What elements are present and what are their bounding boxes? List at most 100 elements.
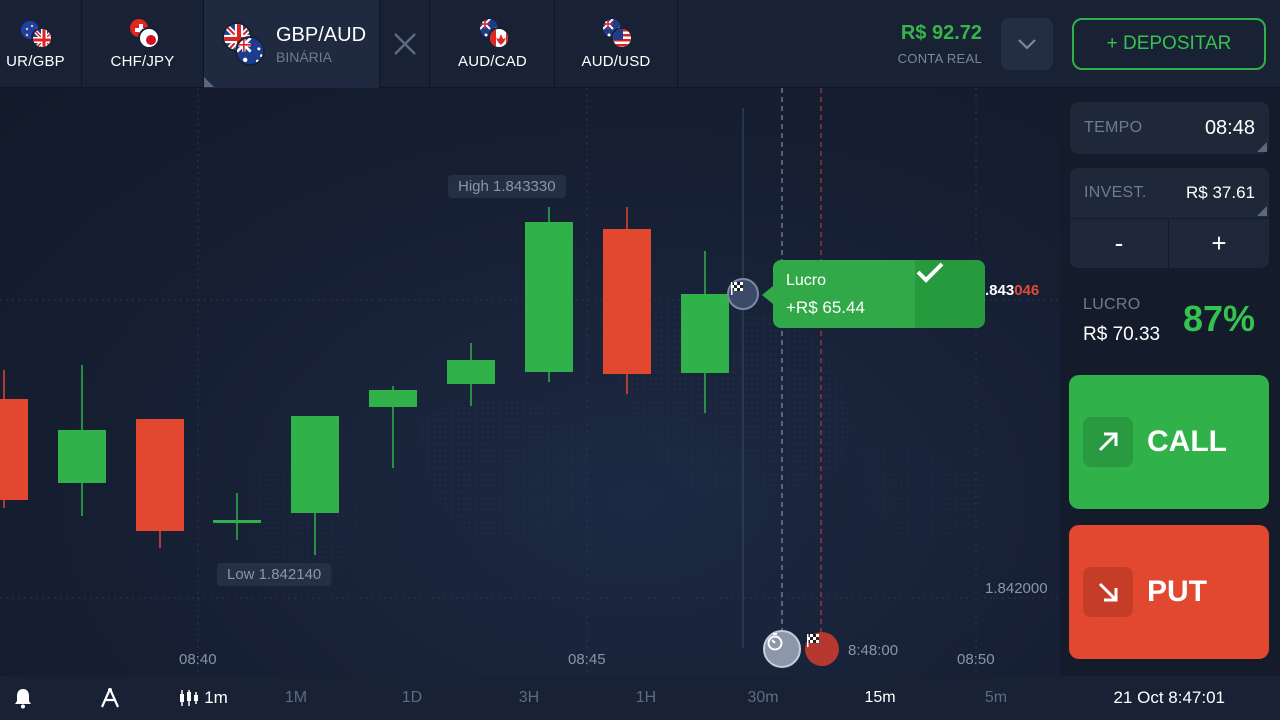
price-level-label: 1.842000 <box>985 580 1048 597</box>
compass-icon <box>100 688 120 708</box>
tab-aud-usd[interactable]: AUD/USD <box>555 0 678 88</box>
low-label: Low 1.842140 <box>217 563 332 586</box>
time-field-value: 08:48 <box>1204 117 1255 139</box>
candle-interval-label: 1m <box>204 688 228 707</box>
decrease-investment-button[interactable]: - <box>1070 218 1168 268</box>
put-button[interactable]: PUT <box>1069 525 1269 659</box>
purchase-timer-marker[interactable] <box>763 630 801 668</box>
tab-gbp-aud[interactable]: GBP/AUD BINÁRIA <box>204 0 380 88</box>
current-price: .843046 <box>985 282 1039 299</box>
lucro-pointer <box>762 286 773 304</box>
tab-label: AUD/CAD <box>458 52 527 70</box>
field-corner-mark <box>1257 206 1267 216</box>
tab-eur-gbp[interactable]: UR/GBP <box>0 0 82 88</box>
checkered-flag-icon <box>731 282 743 295</box>
profit-popup-value: +R$ 65.44 <box>786 298 865 317</box>
tab-flags <box>18 18 53 49</box>
account-type: CONTA REAL <box>897 51 982 66</box>
timeframe-30m[interactable]: 30m <box>739 676 787 720</box>
candle-body <box>136 419 184 531</box>
check-icon <box>916 262 944 283</box>
candle-body <box>213 520 261 523</box>
investment-field-label: INVEST. <box>1084 184 1147 201</box>
tab-text: GBP/AUD BINÁRIA <box>276 24 366 65</box>
current-datetime: 21 Oct 8:47:01 <box>1113 688 1225 707</box>
time-label-2: 08:45 <box>568 651 606 668</box>
profit-popup-title: Lucro <box>786 272 827 289</box>
stopwatch-icon <box>767 633 783 651</box>
chevron-down-icon <box>1018 39 1036 50</box>
arrow-up-right-icon <box>1098 432 1118 452</box>
notifications-button[interactable] <box>5 676 41 720</box>
tab-flags <box>126 16 160 49</box>
timeframe-1D[interactable]: 1D <box>388 676 436 720</box>
asset-tab-bar: UR/GBP CHF/JPY GBP/AUD BINÁRIA AUD/CAD A… <box>0 0 1280 88</box>
candlestick-icon <box>180 690 199 706</box>
tab-label: CHF/JPY <box>110 52 175 70</box>
balance-amount: R$ 92.72 <box>900 22 982 44</box>
candle-body <box>447 360 495 384</box>
candle-interval-button[interactable]: 1m <box>170 676 236 720</box>
tab-chf-jpy[interactable]: CHF/JPY <box>82 0 204 88</box>
drawing-tools-button[interactable] <box>92 676 128 720</box>
checkered-flag-icon <box>807 634 819 647</box>
profit-popup[interactable]: Lucro +R$ 65.44 <box>773 260 985 328</box>
timeframe-5m[interactable]: 5m <box>972 676 1020 720</box>
uk-flag-icon <box>30 26 53 49</box>
arrow-down-right-icon <box>1098 582 1118 602</box>
us-flag-icon <box>611 26 633 49</box>
profit-amount: R$ 70.33 <box>1083 324 1161 345</box>
current-price-tail: 046 <box>1014 282 1040 299</box>
arrow-down-right-icon-box <box>1083 567 1133 617</box>
candle-body <box>525 222 573 372</box>
high-label: High 1.843330 <box>448 175 566 198</box>
candle-body <box>681 294 729 373</box>
candle-body <box>58 430 106 483</box>
call-label: CALL <box>1147 425 1227 458</box>
tab-label: AUD/USD <box>581 52 651 70</box>
expiry-marker[interactable] <box>805 632 839 666</box>
bottom-toolbar: 1m 1M 1D 3H 1H 30m 15m 5m 21 Oct 8:47:01 <box>0 676 1280 720</box>
price-chart[interactable]: High 1.843330 Low 1.842140 1.842000 08:4… <box>0 88 1060 676</box>
current-price-main: .843 <box>985 282 1015 299</box>
call-button[interactable]: CALL <box>1069 375 1269 509</box>
bell-icon <box>15 689 31 709</box>
au-flag-icon <box>235 36 265 66</box>
account-balance[interactable]: R$ 92.72 CONTA REAL <box>898 22 982 66</box>
candle-body <box>0 399 28 500</box>
arrow-up-right-icon-box <box>1083 417 1133 467</box>
deal-marker[interactable] <box>727 278 759 310</box>
candle-body <box>603 229 651 374</box>
profit-label: LUCRO <box>1083 296 1141 313</box>
jp-flag-icon <box>137 26 160 49</box>
ca-flag-icon <box>487 26 510 49</box>
tab-label: GBP/AUD <box>276 23 367 46</box>
expiry-time-label: 8:48:00 <box>848 642 899 659</box>
trade-panel: TEMPO 08:48 INVEST. R$ 37.61 - + LUCRO R… <box>1060 88 1280 676</box>
timeframe-1H[interactable]: 1H <box>622 676 670 720</box>
tab-aud-cad[interactable]: AUD/CAD <box>431 0 555 88</box>
tab-label: UR/GBP <box>6 52 65 70</box>
tab-subtitle: BINÁRIA <box>276 48 333 65</box>
increase-investment-button[interactable]: + <box>1169 218 1269 268</box>
investment-field[interactable]: INVEST. R$ 37.61 <box>1070 168 1269 218</box>
timeframe-15m[interactable]: 15m <box>856 676 904 720</box>
time-label-3: 08:50 <box>957 651 995 668</box>
deposit-button[interactable]: + DEPOSITAR <box>1072 18 1266 70</box>
timeframe-3H[interactable]: 3H <box>505 676 553 720</box>
profit-popup-text: Lucro +R$ 65.44 <box>786 272 865 318</box>
timeframe-1M[interactable]: 1M <box>272 676 320 720</box>
put-label: PUT <box>1147 575 1207 608</box>
candle-body <box>369 390 417 407</box>
time-field[interactable]: TEMPO 08:48 <box>1070 102 1269 154</box>
tab-flags <box>476 16 510 49</box>
time-field-label: TEMPO <box>1084 119 1143 136</box>
close-icon <box>393 33 416 55</box>
field-corner-mark <box>1257 142 1267 152</box>
close-tab-button[interactable] <box>380 0 430 88</box>
tab-flags <box>599 16 633 49</box>
account-dropdown-button[interactable] <box>1001 18 1053 70</box>
tab-corner-mark <box>204 77 214 87</box>
tab-flags <box>222 22 266 66</box>
investment-field-value: R$ 37.61 <box>1186 183 1255 202</box>
